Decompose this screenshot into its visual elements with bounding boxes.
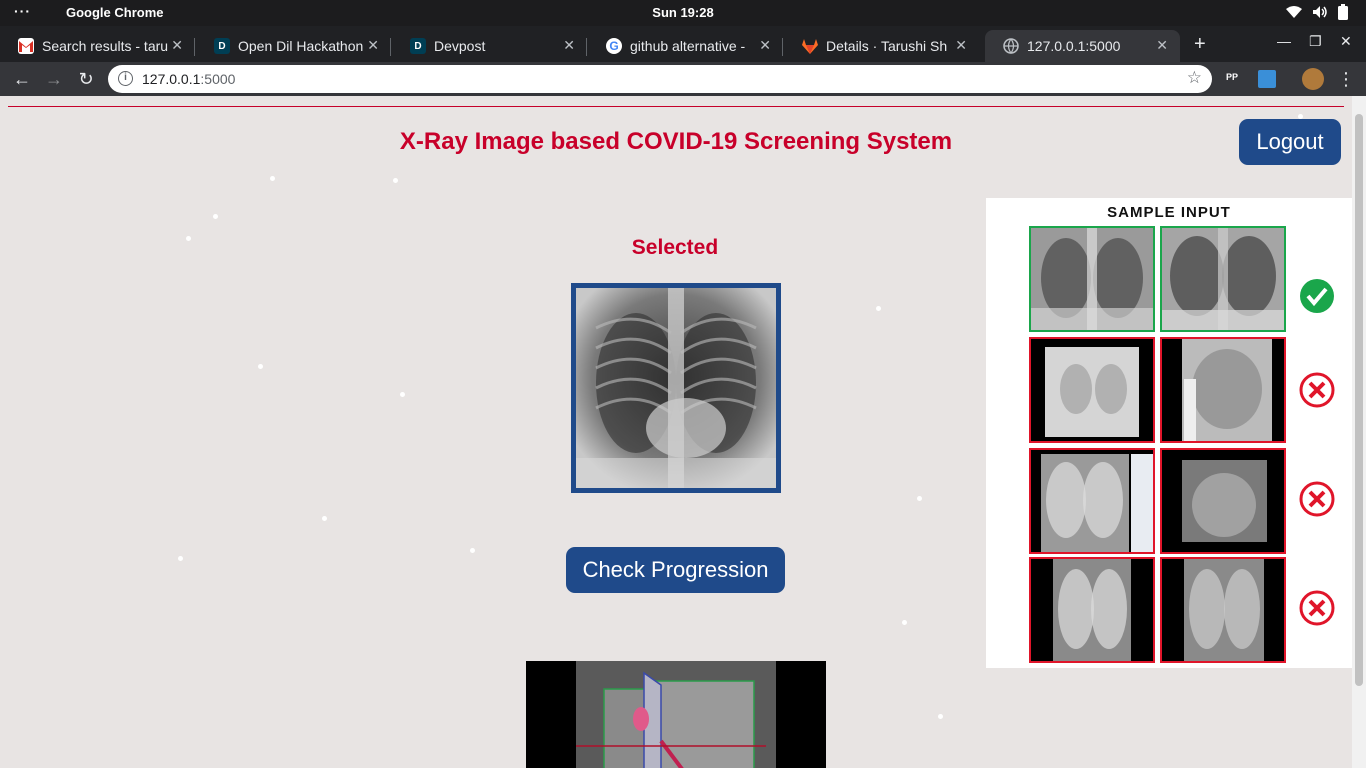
close-tab-icon[interactable]: ✕ xyxy=(171,37,183,54)
sample-xray-invalid xyxy=(1029,557,1155,663)
volume-icon xyxy=(1313,6,1327,18)
snow-particle xyxy=(258,364,263,369)
new-tab-icon[interactable]: + xyxy=(1194,33,1206,56)
os-clock[interactable]: Sun 19:28 xyxy=(0,5,1366,20)
extension-window-icon[interactable] xyxy=(1258,70,1276,88)
menu-kebab-icon[interactable]: ⋮ xyxy=(1335,68,1357,90)
battery-icon xyxy=(1338,4,1348,20)
restore-icon[interactable]: ❐ xyxy=(1309,33,1322,50)
tab-strip: Search results - taru ✕ D Open Dil Hacka… xyxy=(0,26,1366,62)
tab-gitlab-details[interactable]: Details · Tarushi Sh ✕ xyxy=(784,30,979,62)
sample-input-panel: SAMPLE INPUT xyxy=(986,198,1352,668)
tab-devpost[interactable]: D Devpost ✕ xyxy=(392,30,587,62)
tab-divider xyxy=(194,38,195,56)
tab-github-alternative[interactable]: G github alternative - ✕ xyxy=(588,30,783,62)
check-progression-button[interactable]: Check Progression xyxy=(566,547,785,593)
snow-particle xyxy=(393,178,398,183)
gmail-icon xyxy=(18,38,34,54)
tab-title: 127.0.0.1:5000 xyxy=(1027,38,1121,54)
snow-particle xyxy=(270,176,275,181)
invalid-x-icon xyxy=(1299,481,1335,517)
snow-particle xyxy=(876,306,881,311)
snow-particle xyxy=(470,548,475,553)
tab-title: Search results - taru xyxy=(42,38,169,54)
close-tab-icon[interactable]: ✕ xyxy=(955,37,967,54)
tab-title: github alternative - xyxy=(630,38,746,54)
google-icon: G xyxy=(606,38,622,54)
snow-particle xyxy=(902,620,907,625)
reload-icon[interactable]: ↻ xyxy=(75,68,97,90)
sample-xray-invalid xyxy=(1160,448,1286,554)
browser-toolbar: ← → ↻ i 127.0.0.1:5000 ☆ PP ⋮ xyxy=(0,62,1366,96)
tab-gmail[interactable]: Search results - taru ✕ xyxy=(0,30,195,62)
tab-title: Devpost xyxy=(434,38,486,54)
tab-divider xyxy=(586,38,587,56)
page-scrollbar[interactable] xyxy=(1352,96,1366,768)
close-tab-icon[interactable]: ✕ xyxy=(1156,37,1168,54)
back-icon[interactable]: ← xyxy=(11,68,33,90)
tab-localhost[interactable]: 127.0.0.1:5000 ✕ xyxy=(985,30,1180,62)
sample-xray-valid xyxy=(1160,226,1286,332)
activities-icon[interactable]: ··· xyxy=(14,3,31,19)
devpost-icon: D xyxy=(214,38,230,54)
snow-particle xyxy=(400,392,405,397)
tab-title: Details · Tarushi Sh xyxy=(826,38,948,54)
close-tab-icon[interactable]: ✕ xyxy=(367,37,379,54)
sample-xray-invalid xyxy=(1160,337,1286,443)
selected-xray-image xyxy=(571,283,781,493)
snow-particle xyxy=(938,714,943,719)
tab-divider xyxy=(782,38,783,56)
sample-xray-valid xyxy=(1029,226,1155,332)
selected-heading: Selected xyxy=(631,236,719,259)
snow-particle xyxy=(917,496,922,501)
address-bar[interactable]: i 127.0.0.1:5000 ☆ xyxy=(108,65,1212,93)
logout-button[interactable]: Logout xyxy=(1239,119,1341,165)
url-text[interactable]: 127.0.0.1:5000 xyxy=(142,71,235,87)
bookmark-star-icon[interactable]: ☆ xyxy=(1187,68,1202,88)
profile-avatar[interactable] xyxy=(1302,68,1324,90)
invalid-x-icon xyxy=(1299,590,1335,626)
devpost-icon: D xyxy=(410,38,426,54)
header-divider xyxy=(8,106,1344,107)
sample-xray-invalid xyxy=(1029,448,1155,554)
wifi-icon xyxy=(1286,6,1302,18)
system-tray[interactable] xyxy=(1286,4,1348,20)
tab-open-dil-hackathon[interactable]: D Open Dil Hackathon ✕ xyxy=(196,30,391,62)
close-tab-icon[interactable]: ✕ xyxy=(759,37,771,54)
invalid-x-icon xyxy=(1299,372,1335,408)
ct-scan-image xyxy=(526,661,826,768)
sample-xray-invalid xyxy=(1160,557,1286,663)
page-content: X-Ray Image based COVID-19 Screening Sys… xyxy=(0,96,1352,768)
snow-particle xyxy=(186,236,191,241)
close-window-icon[interactable]: ✕ xyxy=(1340,33,1352,50)
scrollbar-thumb[interactable] xyxy=(1355,114,1363,686)
minimize-icon[interactable]: — xyxy=(1277,33,1291,49)
extension-pp-icon[interactable]: PP xyxy=(1226,72,1238,90)
snow-particle xyxy=(322,516,327,521)
tab-divider xyxy=(390,38,391,56)
sample-input-heading: SAMPLE INPUT xyxy=(1107,204,1231,221)
forward-icon[interactable]: → xyxy=(43,68,65,90)
snow-particle xyxy=(213,214,218,219)
site-info-icon[interactable]: i xyxy=(118,71,133,86)
snow-particle xyxy=(178,556,183,561)
gitlab-icon xyxy=(802,38,818,54)
page-title: X-Ray Image based COVID-19 Screening Sys… xyxy=(399,128,953,155)
sample-xray-invalid xyxy=(1029,337,1155,443)
tab-title: Open Dil Hackathon xyxy=(238,38,364,54)
close-tab-icon[interactable]: ✕ xyxy=(563,37,575,54)
globe-icon xyxy=(1003,38,1019,54)
valid-check-icon xyxy=(1300,279,1334,313)
os-top-bar: ··· Google Chrome Sun 19:28 xyxy=(0,0,1366,26)
os-app-name[interactable]: Google Chrome xyxy=(66,5,164,20)
